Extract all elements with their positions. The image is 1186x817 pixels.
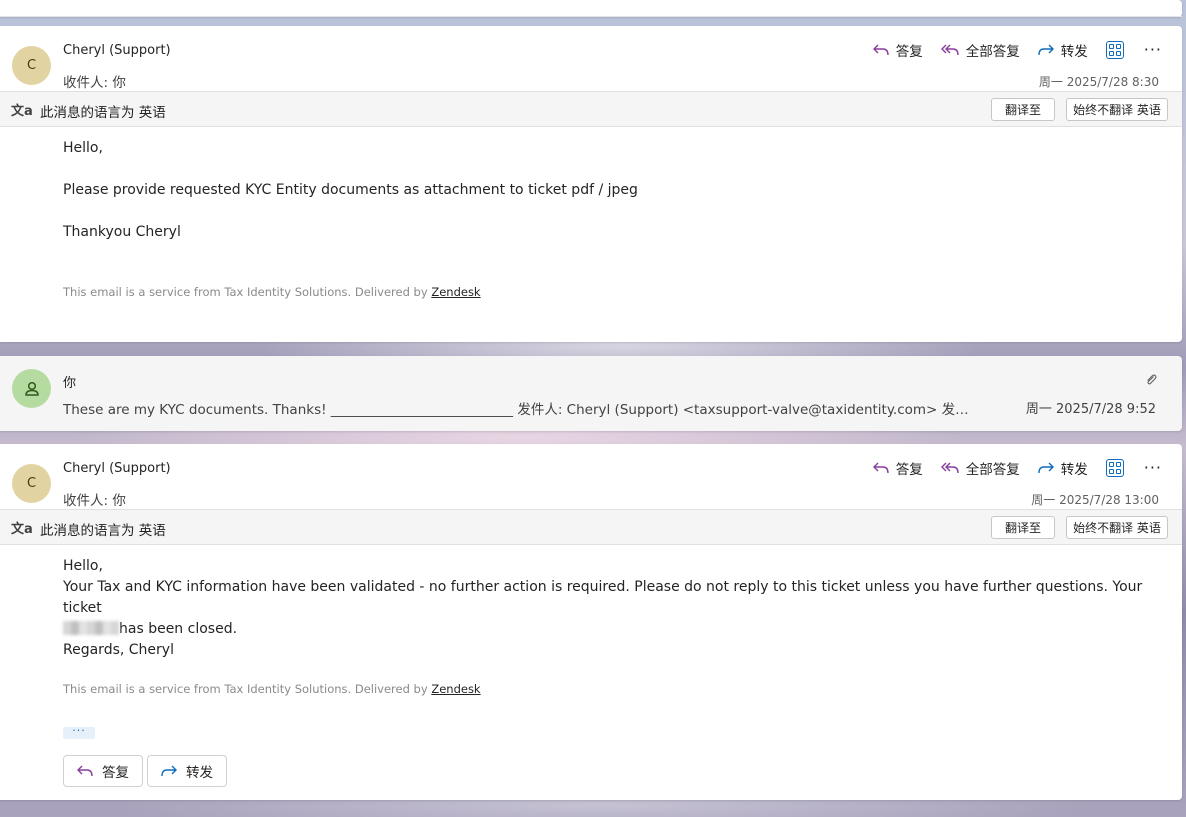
recipient-line: 收件人: 你: [63, 75, 126, 91]
message-date: 周一 2025/7/28 8:30: [1038, 75, 1159, 89]
reply-all-icon: [940, 462, 959, 474]
forward-icon: [1038, 462, 1054, 474]
apps-icon[interactable]: [1105, 41, 1124, 59]
reply-icon: [872, 44, 889, 56]
collapsed-message[interactable]: 你 These are my KYC documents. Thanks! __…: [0, 356, 1182, 431]
previous-message-edge: [0, 0, 1182, 17]
sender-name[interactable]: Cheryl (Support): [63, 461, 171, 476]
footer-note: This email is a service from Tax Identit…: [63, 682, 481, 696]
more-options-icon[interactable]: ···: [1144, 42, 1162, 58]
forward-button[interactable]: 转发: [1037, 40, 1088, 60]
language-notice: 此消息的语言为 英语: [40, 105, 166, 121]
message-date: 周一 2025/7/28 9:52: [1025, 402, 1156, 417]
translation-bar: 文a 此消息的语言为 英语 翻译至 始终不翻译 英语: [0, 91, 1182, 127]
forward-button[interactable]: 转发: [1037, 458, 1088, 478]
bottom-reply-button[interactable]: 答复: [63, 755, 143, 787]
reply-all-button[interactable]: 全部答复: [940, 40, 1020, 60]
sender-avatar[interactable]: C: [12, 464, 51, 503]
reply-all-button[interactable]: 全部答复: [940, 458, 1020, 478]
sender-avatar[interactable]: C: [12, 46, 51, 85]
forward-icon: [161, 765, 177, 777]
never-translate-button[interactable]: 始终不翻译 英语: [1066, 98, 1168, 121]
person-icon: [24, 381, 39, 396]
recipient-line: 收件人: 你: [63, 493, 126, 509]
never-translate-button[interactable]: 始终不翻译 英语: [1066, 516, 1168, 539]
forward-icon: [1038, 44, 1054, 56]
message-card: C Cheryl (Support) 收件人: 你 答复 全部答复 转发 ···…: [0, 444, 1182, 800]
recipient-name[interactable]: 你: [112, 75, 126, 91]
reply-button[interactable]: 答复: [872, 40, 923, 60]
apps-icon[interactable]: [1105, 459, 1124, 477]
translate-icon: 文a: [11, 104, 33, 119]
language-notice: 此消息的语言为 英语: [40, 523, 166, 539]
message-body: Hello, Your Tax and KYC information have…: [63, 558, 1143, 658]
redacted-ticket-number: [63, 621, 119, 635]
recipient-name[interactable]: 你: [112, 493, 126, 509]
zendesk-link[interactable]: Zendesk: [431, 285, 480, 299]
footer-note: This email is a service from Tax Identit…: [63, 285, 481, 299]
sender-name[interactable]: Cheryl (Support): [63, 43, 171, 58]
sender-avatar[interactable]: [12, 369, 51, 408]
more-options-icon[interactable]: ···: [1144, 460, 1162, 476]
translation-bar: 文a 此消息的语言为 英语 翻译至 始终不翻译 英语: [0, 509, 1182, 545]
translate-button[interactable]: 翻译至: [991, 98, 1055, 121]
message-card: C Cheryl (Support) 收件人: 你 答复 全部答复 转发 ···…: [0, 26, 1182, 342]
attachment-icon: [1147, 374, 1157, 385]
reply-all-icon: [940, 44, 959, 56]
message-actions: 答复 全部答复 转发 ···: [855, 455, 1162, 481]
show-quoted-text-button[interactable]: ···: [63, 725, 95, 739]
message-date: 周一 2025/7/28 13:00: [1031, 493, 1159, 507]
message-actions: 答复 全部答复 转发 ···: [855, 37, 1162, 63]
zendesk-link[interactable]: Zendesk: [431, 682, 480, 696]
reply-icon: [872, 462, 889, 474]
translate-button[interactable]: 翻译至: [991, 516, 1055, 539]
sender-name[interactable]: 你: [63, 372, 76, 391]
message-body: Hello, Please provide requested KYC Enti…: [63, 140, 638, 240]
reply-button[interactable]: 答复: [872, 458, 923, 478]
translate-icon: 文a: [11, 522, 33, 537]
message-preview: These are my KYC documents. Thanks! ____…: [63, 402, 973, 418]
reply-icon: [77, 765, 93, 777]
bottom-forward-button[interactable]: 转发: [147, 755, 227, 787]
